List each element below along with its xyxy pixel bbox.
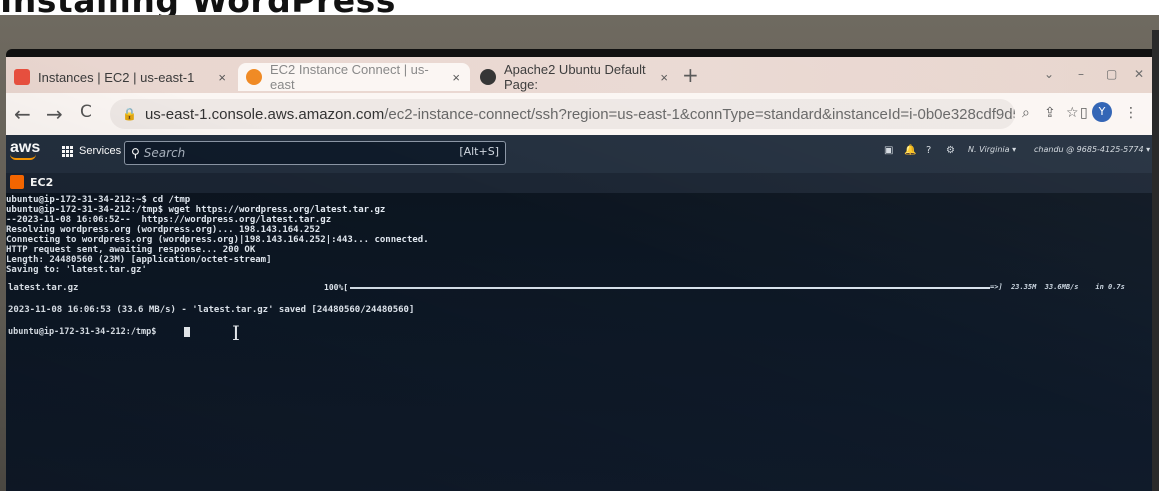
new-tab-button[interactable]: + <box>682 63 699 87</box>
terminal-line: --2023-11-08 16:06:52-- https://wordpres… <box>6 215 332 225</box>
cloudshell-icon[interactable]: ▣ <box>884 145 893 156</box>
terminal-line: ubuntu@ip-172-31-34-212:~$ cd /tmp <box>6 195 191 205</box>
aws-logo[interactable]: aws <box>10 139 40 160</box>
sidebar-icon[interactable]: ▯ <box>1080 105 1088 121</box>
ec2-icon <box>10 175 24 189</box>
browser-toolbar: ← → C 🔒 us-east-1.console.aws.amazon.com… <box>6 93 1152 135</box>
maximize-icon[interactable]: ▢ <box>1106 67 1117 81</box>
tab-title: Apache2 Ubuntu Default Page: <box>504 62 646 92</box>
download-saved-line: 2023-11-08 16:06:53 (33.6 MB/s) - 'lates… <box>8 305 415 315</box>
browser-tab-strip: Instances | EC2 | us-east-1 × EC2 Instan… <box>6 57 1152 93</box>
aws-logo-text: aws <box>10 139 41 156</box>
bookmark-star-icon[interactable]: ☆ <box>1066 105 1079 121</box>
terminal-line: HTTP request sent, awaiting response... … <box>6 245 256 255</box>
terminal-line: Connecting to wordpress.org (wordpress.o… <box>6 235 429 245</box>
globe-favicon-icon <box>480 69 496 85</box>
tab-title: EC2 Instance Connect | us-east <box>270 62 429 92</box>
tab-apache2-default[interactable]: Apache2 Ubuntu Default Page: × <box>472 62 678 92</box>
download-stats: =>] 23.35M 33.6MB/s in 0.7s <box>990 283 1125 291</box>
tab-search-chevron-icon[interactable]: ⌄ <box>1044 67 1054 81</box>
download-progress-bar <box>350 287 990 289</box>
ssh-terminal[interactable]: ubuntu@ip-172-31-34-212:~$ cd /tmp ubunt… <box>6 193 1152 491</box>
terminal-line: Length: 24480560 (23M) [application/octe… <box>6 255 272 265</box>
terminal-line: Resolving wordpress.org (wordpress.org).… <box>6 225 321 235</box>
region-selector[interactable]: N. Virginia ▾ <box>968 145 1016 154</box>
tab-title: Instances | EC2 | us-east-1 <box>38 69 195 85</box>
close-tab-icon[interactable]: × <box>218 70 226 85</box>
tab-instances[interactable]: Instances | EC2 | us-east-1 × <box>6 63 236 91</box>
lock-icon[interactable]: 🔒 <box>122 107 137 121</box>
address-bar[interactable]: 🔒 us-east-1.console.aws.amazon.com/ec2-i… <box>110 99 1015 129</box>
reload-button[interactable]: C <box>80 102 92 122</box>
share-icon[interactable]: ⇪ <box>1044 105 1056 121</box>
search-shortcut: [Alt+S] <box>459 145 499 158</box>
search-placeholder: Search <box>143 146 186 160</box>
minimize-icon[interactable]: – <box>1078 67 1084 81</box>
close-window-icon[interactable]: ✕ <box>1134 67 1144 81</box>
back-button[interactable]: ← <box>14 102 31 126</box>
aws-favicon-icon <box>14 69 30 85</box>
page-heading: Installing WordPress <box>0 0 396 20</box>
account-menu[interactable]: chandu @ 9685-4125-5774 ▾ <box>1034 145 1150 154</box>
service-bar: EC2 <box>6 173 1152 193</box>
url-host: us-east-1.console.aws.amazon.com <box>144 105 385 123</box>
terminal-cursor <box>184 327 190 337</box>
url-text[interactable]: us-east-1.console.aws.amazon.com/ec2-ins… <box>145 106 1015 123</box>
aws-cube-favicon-icon <box>246 69 262 85</box>
services-menu[interactable]: Services <box>62 145 121 157</box>
tab-ec2-instance-connect[interactable]: EC2 Instance Connect | us-east × <box>238 62 470 92</box>
help-icon[interactable]: ? <box>926 145 931 156</box>
more-menu-icon[interactable]: ⋮ <box>1124 105 1138 121</box>
grid-menu-icon <box>62 145 73 157</box>
ec2-service-link[interactable]: EC2 <box>10 175 53 189</box>
text-ibeam-cursor-icon: I <box>232 321 240 345</box>
terminal-line: Saving to: 'latest.tar.gz' <box>6 265 147 275</box>
settings-gear-icon[interactable]: ⚙ <box>946 145 955 156</box>
terminal-line: ubuntu@ip-172-31-34-212:/tmp$ wget https… <box>6 205 386 215</box>
aws-console-header: aws Services ⚲ Search [Alt+S] ▣ 🔔 ? ⚙ N.… <box>6 135 1152 173</box>
laptop-screen: Instances | EC2 | us-east-1 × EC2 Instan… <box>6 57 1152 491</box>
close-tab-icon[interactable]: × <box>660 70 668 85</box>
forward-button[interactable]: → <box>46 102 63 126</box>
aws-search-input[interactable]: ⚲ Search [Alt+S] <box>124 141 506 165</box>
services-label: Services <box>79 145 122 157</box>
zoom-search-icon[interactable]: ⌕ <box>1022 105 1030 121</box>
search-icon: ⚲ <box>131 146 140 160</box>
laptop-edge <box>1152 30 1159 491</box>
download-filename: latest.tar.gz <box>8 283 79 293</box>
photo-of-laptop-screen: Instances | EC2 | us-east-1 × EC2 Instan… <box>0 15 1159 491</box>
profile-avatar[interactable]: Y <box>1092 102 1112 122</box>
url-path: /ec2-instance-connect/ssh?region=us-east… <box>384 105 1015 123</box>
ec2-label: EC2 <box>30 175 54 189</box>
close-tab-icon[interactable]: × <box>452 70 460 85</box>
notifications-bell-icon[interactable]: 🔔 <box>904 145 916 156</box>
download-percent: 100%[ <box>324 283 349 292</box>
shell-prompt: ubuntu@ip-172-31-34-212:/tmp$ <box>8 327 157 337</box>
